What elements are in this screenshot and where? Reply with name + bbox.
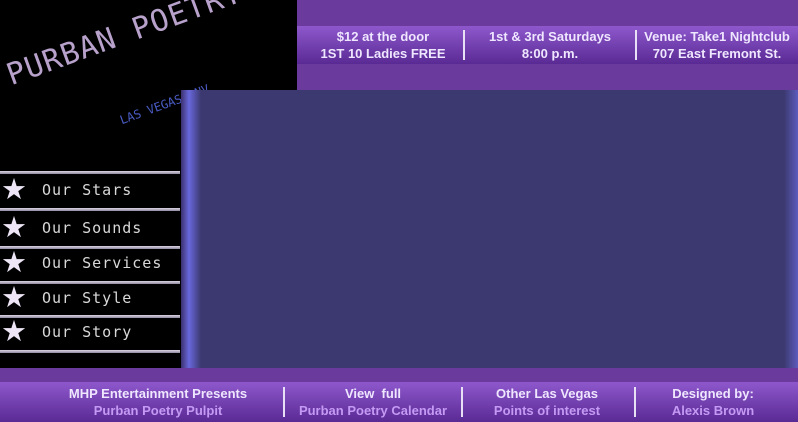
star-icon: ★: [1, 282, 27, 314]
nav-item-our-services[interactable]: ★ Our Services: [0, 246, 181, 280]
footer-poi-line1: Other Las Vegas: [496, 386, 598, 401]
sidebar-nav: ★ Our Stars ★ Our Sounds ★ Our Services …: [0, 132, 181, 368]
info-divider: [463, 30, 465, 60]
price-line: $12 at the door: [336, 29, 430, 44]
nav-item-our-sounds[interactable]: ★ Our Sounds: [0, 211, 181, 245]
venue-name: Venue: Take1 Nightclub: [644, 29, 790, 44]
logo-title: PURBAN POETRY PULPIT: [2, 0, 297, 93]
footer-calendar-link[interactable]: View full Purban Poetry Calendar: [287, 382, 459, 422]
star-icon: ★: [1, 174, 27, 206]
star-icon: ★: [1, 316, 27, 348]
footer-presents-line1: MHP Entertainment Presents: [68, 386, 248, 401]
footer-poi-line2: Points of interest: [493, 403, 601, 418]
footer-bar: MHP Entertainment Presents Purban Poetry…: [0, 382, 798, 422]
content-frame: [181, 90, 798, 368]
schedule-time: 8:00 p.m.: [521, 46, 579, 61]
event-info-bar: $12 at the door 1ST 10 Ladies FREE 1st &…: [297, 26, 798, 64]
nav-item-our-stars[interactable]: ★ Our Stars: [0, 173, 181, 207]
nav-item-label: Our Stars: [42, 181, 133, 199]
venue-info: Venue: Take1 Nightclub 707 East Fremont …: [639, 26, 795, 64]
footer-calendar-line2: Purban Poetry Calendar: [298, 403, 448, 418]
footer-presents-line2: Purban Poetry Pulpit: [93, 403, 223, 418]
footer-designer-line1: Designed by:: [672, 386, 754, 401]
footer-presents-link[interactable]: MHP Entertainment Presents Purban Poetry…: [40, 382, 276, 422]
venue-address: 707 East Fremont St.: [652, 46, 782, 61]
star-icon: ★: [1, 212, 27, 244]
footer-calendar-line1: View full: [344, 386, 402, 401]
nav-item-our-style[interactable]: ★ Our Style: [0, 281, 181, 315]
nav-item-label: Our Story: [42, 323, 133, 341]
info-divider: [635, 30, 637, 60]
footer-points-of-interest-link[interactable]: Other Las Vegas Points of interest: [465, 382, 629, 422]
footer-designer-line2: Alexis Brown: [671, 403, 755, 418]
nav-item-label: Our Sounds: [42, 219, 143, 237]
schedule-info: 1st & 3rd Saturdays 8:00 p.m.: [467, 26, 633, 64]
nav-divider: [0, 350, 180, 353]
price-info: $12 at the door 1ST 10 Ladies FREE: [301, 26, 465, 64]
star-icon: ★: [1, 247, 27, 279]
schedule-days: 1st & 3rd Saturdays: [488, 29, 612, 44]
ladies-free-line: 1ST 10 Ladies FREE: [320, 46, 446, 61]
nav-item-label: Our Services: [42, 254, 163, 272]
main-content-panel: [193, 90, 786, 368]
footer-divider: [634, 387, 636, 417]
footer-divider: [283, 387, 285, 417]
nav-item-our-story[interactable]: ★ Our Story: [0, 315, 181, 349]
footer-designer-link[interactable]: Designed by: Alexis Brown: [638, 382, 788, 422]
nav-item-label: Our Style: [42, 289, 133, 307]
footer-divider: [461, 387, 463, 417]
